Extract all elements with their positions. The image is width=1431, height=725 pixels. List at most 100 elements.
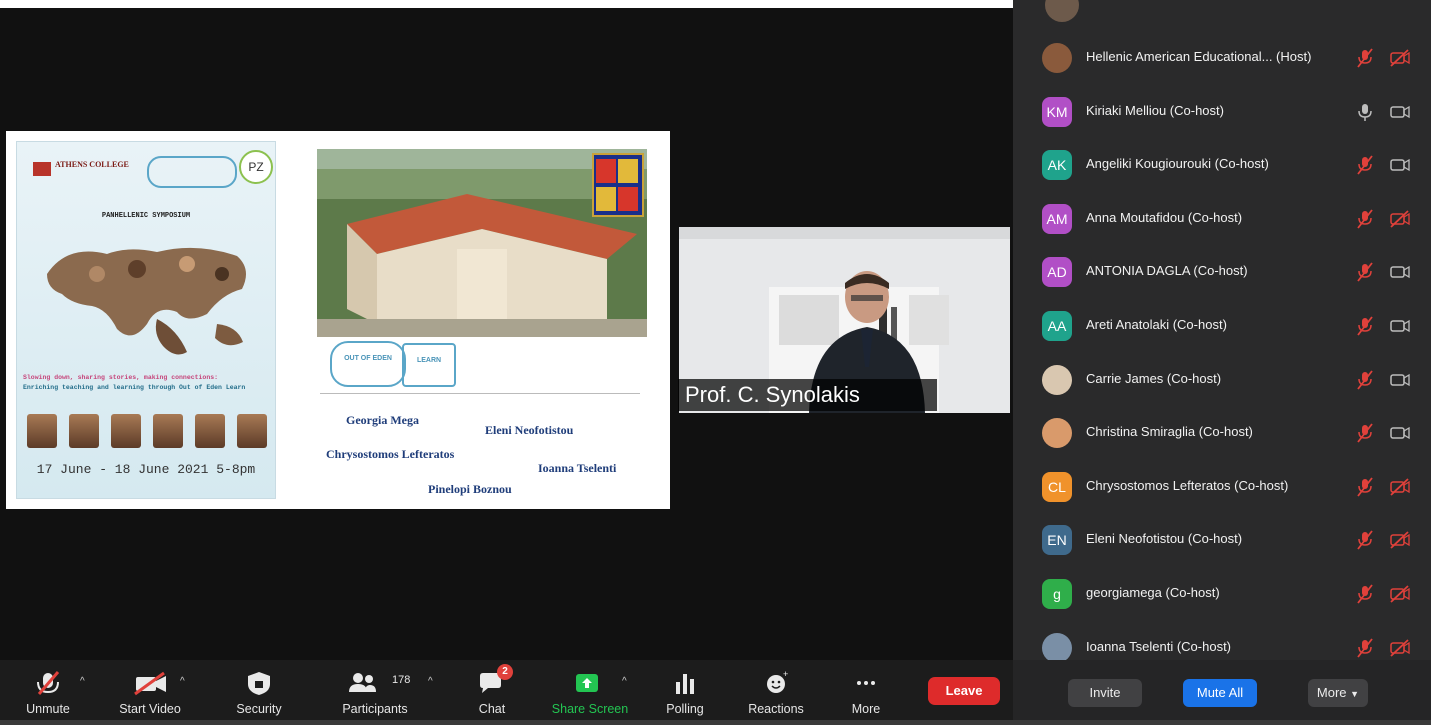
speaker-photo [237,414,267,448]
video-camera-off-icon[interactable] [1389,210,1411,228]
unmute-label: Unmute [26,702,70,716]
video-options-caret[interactable]: ^ [180,676,185,687]
microphone-muted-icon[interactable] [1356,584,1374,604]
ellipsis-icon [857,681,875,685]
participants-count: 178 [392,674,411,686]
participant-row[interactable]: CL Chrysostomos Lefteratos (Co-host) [1013,460,1431,514]
reactions-label: Reactions [748,702,804,716]
chat-label: Chat [478,702,506,716]
video-camera-icon[interactable] [1389,156,1411,174]
chat-badge: 2 [497,664,513,680]
participant-row[interactable]: g georgiamega (Co-host) [1013,567,1431,621]
microphone-muted-icon[interactable] [1356,530,1374,550]
share-screen-label: Share Screen [551,702,629,716]
slide-name-chrysostomos: Chrysostomos Lefteratos [326,447,455,461]
more-button[interactable]: More [842,668,890,718]
speaker-name-label: Prof. C. Synolakis [678,379,937,411]
video-camera-icon[interactable] [1389,103,1411,121]
meeting-toolbar: ^ Unmute ^ Start Video Security 178 ^ Pa… [0,660,1013,725]
participant-row[interactable]: Carrie James (Co-host) [1013,353,1431,407]
security-button[interactable]: Security [228,668,290,718]
video-camera-icon[interactable] [1389,424,1411,442]
participants-options-caret[interactable]: ^ [428,676,433,687]
microphone-muted-icon[interactable] [1356,370,1374,390]
out-of-eden-stamp-small [147,156,237,188]
unmute-options-caret[interactable]: ^ [80,676,85,687]
unmute-button[interactable]: ^ Unmute [18,668,85,718]
microphone-muted-icon[interactable] [1356,477,1374,497]
video-camera-icon[interactable] [1389,317,1411,335]
microphone-icon[interactable] [1356,102,1374,122]
bar-chart-icon [676,674,694,694]
college-crest [592,153,644,217]
share-screen-icon [576,674,598,692]
athens-college-logo [33,162,51,176]
video-camera-off-icon[interactable] [1389,49,1411,67]
slide-name-ioanna: Ioanna Tselenti [538,461,617,475]
shield-icon [248,672,270,695]
symposium-poster: ATHENS COLLEGE PZ PANHELLENIC SYMPOSIUM … [16,141,276,499]
speaker-photo [27,414,57,448]
video-camera-icon[interactable] [1389,371,1411,389]
avatar [1042,632,1072,663]
microphone-muted-icon[interactable] [1356,638,1374,658]
avatar: AD [1042,257,1072,288]
participants-button[interactable]: 178 ^ Participants [332,668,433,718]
bottom-edge-strip [0,720,1431,725]
chat-button[interactable]: 2 Chat [466,664,518,718]
participant-row[interactable]: Hellenic American Educational... (Host) [1013,31,1431,85]
chevron-down-icon: ▼ [1350,689,1360,699]
participant-row[interactable]: KM Kiriaki Melliou (Co-host) [1013,85,1431,139]
polling-button[interactable]: Polling [660,668,710,718]
participants-panel-footer: Invite Mute All More ▼ [1013,660,1431,725]
participant-name: Carrie James (Co-host) [1086,370,1222,386]
slide-name-pinelopi: Pinelopi Boznou [428,482,512,496]
participants-panel: Hellenic American Educational... (Host) K… [1013,0,1431,725]
start-video-button[interactable]: ^ Start Video [108,668,192,718]
video-camera-icon[interactable] [1389,263,1411,281]
microphone-muted-icon[interactable] [1356,48,1374,68]
poster-symposium-title: PANHELLENIC SYMPOSIUM [101,212,191,220]
video-camera-off-icon[interactable] [1389,531,1411,550]
microphone-muted-icon [37,671,60,695]
share-options-caret[interactable]: ^ [622,676,627,687]
microphone-muted-icon[interactable] [1356,316,1374,336]
polling-label: Polling [666,702,704,716]
crest-quarter [618,159,638,183]
shared-screen-slide: ATHENS COLLEGE PZ PANHELLENIC SYMPOSIUM … [6,131,670,509]
microphone-muted-icon[interactable] [1356,209,1374,229]
microphone-muted-icon[interactable] [1356,423,1374,443]
smiley-plus-icon: + [767,670,788,693]
svg-text:+: + [783,670,788,679]
mute-all-button[interactable]: Mute All [1183,679,1257,707]
microphone-muted-icon[interactable] [1356,155,1374,175]
reactions-button[interactable]: + Reactions [740,668,812,718]
participant-row[interactable]: AK Angeliki Kougiourouki (Co-host) [1013,138,1431,192]
participant-row[interactable]: AA Areti Anatolaki (Co-host) [1013,299,1431,353]
participant-row[interactable]: AD ANTONIA DAGLA (Co-host) [1013,245,1431,299]
more-label: More [851,702,881,716]
video-camera-off-icon[interactable] [1389,478,1411,496]
panel-more-button[interactable]: More ▼ [1308,679,1368,707]
avatar: KM [1042,96,1072,127]
poster-tagline: Slowing down, sharing stories, making co… [23,374,219,381]
panel-more-label: More [1316,685,1347,700]
participant-name: Angeliki Kougiourouki (Co-host) [1086,156,1269,172]
leave-button[interactable]: Leave [928,677,1000,705]
participant-row[interactable]: Christina Smiraglia (Co-host) [1013,406,1431,460]
video-camera-off-icon[interactable] [1389,585,1411,603]
microphone-muted-icon[interactable] [1356,262,1374,282]
participant-name: Hellenic American Educational... (Host) [1086,49,1312,64]
crest-quarter [596,187,616,211]
invite-button[interactable]: Invite [1068,679,1142,707]
out-of-eden-text: OUT OF EDEN [344,355,392,362]
participant-row[interactable]: EN Eleni Neofotistou (Co-host) [1013,513,1431,567]
share-screen-button[interactable]: ^ Share Screen [546,668,634,718]
participant-row[interactable]: AM Anna Moutafidou (Co-host) [1013,192,1431,246]
avatar: AA [1042,311,1072,341]
crest-quarter [596,159,616,183]
speaker-photos-row [27,414,267,448]
speaker-photo [153,414,183,448]
video-camera-off-icon[interactable] [1389,638,1411,657]
speaker-photo [195,414,225,448]
